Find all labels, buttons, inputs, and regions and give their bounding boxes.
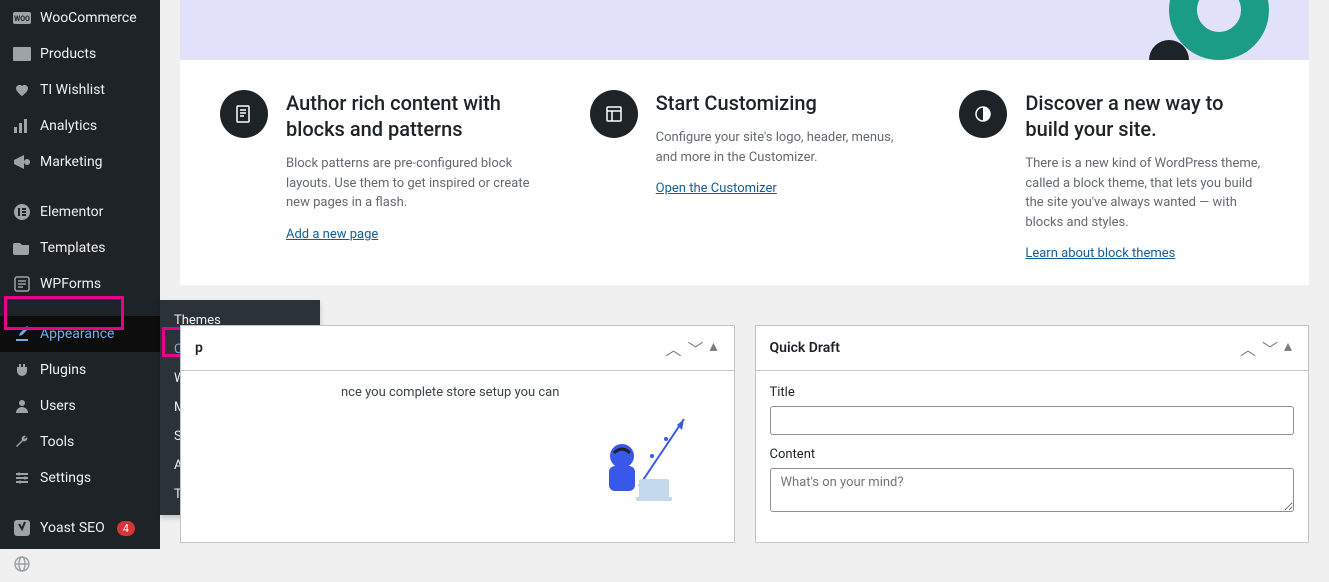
welcome-title: Start Customizing	[656, 90, 900, 116]
toggle-icon[interactable]: ▴	[1282, 336, 1294, 360]
sidebar-label: WooCommerce	[40, 10, 137, 26]
wishlist-icon	[12, 80, 32, 100]
welcome-title: Discover a new way to build your site.	[1025, 90, 1269, 142]
add-new-page-link[interactable]: Add a new page	[286, 227, 378, 242]
sidebar-label: Yoast SEO	[40, 520, 105, 536]
dashbox-header[interactable]: p ︿ ﹀ ▴	[181, 326, 734, 371]
banner	[180, 0, 1309, 60]
move-down-icon[interactable]: ﹀	[685, 336, 705, 360]
contrast-icon	[959, 90, 1007, 138]
wpforms-icon	[12, 274, 32, 294]
plugins-icon	[12, 360, 32, 380]
welcome-title: Author rich content with blocks and patt…	[286, 90, 530, 142]
setup-illustration	[584, 411, 704, 501]
marketing-icon	[12, 152, 32, 172]
svg-text:WOO: WOO	[14, 15, 30, 23]
sidebar-item-templates[interactable]: Templates	[0, 230, 160, 266]
sidebar-item-appearance[interactable]: Appearance	[0, 316, 160, 352]
sidebar-item-elementor[interactable]: Elementor	[0, 194, 160, 230]
welcome-desc: There is a new kind of WordPress theme, …	[1025, 154, 1269, 232]
blocks-icon	[220, 90, 268, 138]
welcome-desc: Configure your site's logo, header, menu…	[656, 128, 900, 167]
main-content: Author rich content with blocks and patt…	[160, 0, 1329, 549]
appearance-icon	[12, 324, 32, 344]
elementor-icon	[12, 202, 32, 222]
dashbox-title: Quick Draft	[770, 340, 840, 356]
setup-text: nce you complete store setup you can	[341, 385, 559, 400]
dashbox-header[interactable]: Quick Draft ︿ ﹀ ▴	[756, 326, 1309, 371]
sidebar-label: Loco Translate	[40, 556, 132, 572]
welcome-desc: Block patterns are pre-configured block …	[286, 154, 530, 213]
move-down-icon[interactable]: ﹀	[1260, 336, 1280, 360]
dashbox-setup: p ︿ ﹀ ▴ nce you complete store setup you…	[180, 325, 735, 543]
notification-badge: 4	[117, 521, 135, 536]
admin-sidebar: WOO WooCommerce Products TI Wishlist Ana…	[0, 0, 160, 549]
sidebar-label: WPForms	[40, 276, 101, 292]
sidebar-label: Users	[40, 398, 76, 414]
learn-block-themes-link[interactable]: Learn about block themes	[1025, 246, 1175, 261]
welcome-col-discover: Discover a new way to build your site. T…	[959, 90, 1269, 261]
sidebar-label: Templates	[40, 240, 106, 256]
sidebar-item-products[interactable]: Products	[0, 36, 160, 72]
sidebar-label: Plugins	[40, 362, 86, 378]
loco-icon	[12, 554, 32, 574]
welcome-col-author: Author rich content with blocks and patt…	[220, 90, 530, 261]
sidebar-label: Appearance	[40, 326, 114, 342]
sidebar-label: Elementor	[40, 204, 103, 220]
toggle-icon[interactable]: ▴	[707, 336, 719, 360]
sidebar-label: TI Wishlist	[40, 82, 105, 98]
content-label: Content	[770, 447, 1295, 462]
sidebar-item-settings[interactable]: Settings	[0, 460, 160, 496]
sidebar-label: Marketing	[40, 154, 103, 170]
templates-icon	[12, 238, 32, 258]
dashbox-quick-draft: Quick Draft ︿ ﹀ ▴ Title Content	[755, 325, 1310, 543]
sidebar-item-wpforms[interactable]: WPForms	[0, 266, 160, 302]
yoast-icon	[12, 518, 32, 538]
analytics-icon	[12, 116, 32, 136]
tools-icon	[12, 432, 32, 452]
welcome-panel: Author rich content with blocks and patt…	[180, 60, 1309, 285]
sidebar-label: Tools	[40, 434, 74, 450]
draft-content-textarea[interactable]	[770, 468, 1295, 512]
sidebar-item-plugins[interactable]: Plugins	[0, 352, 160, 388]
users-icon	[12, 396, 32, 416]
products-icon	[12, 44, 32, 64]
title-label: Title	[770, 385, 1295, 400]
sidebar-item-tools[interactable]: Tools	[0, 424, 160, 460]
sidebar-item-wishlist[interactable]: TI Wishlist	[0, 72, 160, 108]
dashbox-title: p	[195, 340, 203, 356]
sidebar-item-yoast[interactable]: Yoast SEO 4	[0, 510, 160, 546]
sidebar-item-loco[interactable]: Loco Translate	[0, 546, 160, 582]
welcome-col-customize: Start Customizing Configure your site's …	[590, 90, 900, 261]
sidebar-item-woocommerce[interactable]: WOO WooCommerce	[0, 0, 160, 36]
move-up-icon[interactable]: ︿	[1238, 336, 1258, 360]
sidebar-label: Analytics	[40, 118, 97, 134]
sidebar-item-users[interactable]: Users	[0, 388, 160, 424]
layout-icon	[590, 90, 638, 138]
sidebar-label: Products	[40, 46, 96, 62]
move-up-icon[interactable]: ︿	[663, 336, 683, 360]
sidebar-item-marketing[interactable]: Marketing	[0, 144, 160, 180]
dashbox-row: p ︿ ﹀ ▴ nce you complete store setup you…	[180, 325, 1309, 543]
open-customizer-link[interactable]: Open the Customizer	[656, 181, 777, 196]
sidebar-item-analytics[interactable]: Analytics	[0, 108, 160, 144]
sidebar-label: Settings	[40, 470, 91, 486]
draft-title-input[interactable]	[770, 406, 1295, 435]
woocommerce-icon: WOO	[12, 8, 32, 28]
settings-icon	[12, 468, 32, 488]
